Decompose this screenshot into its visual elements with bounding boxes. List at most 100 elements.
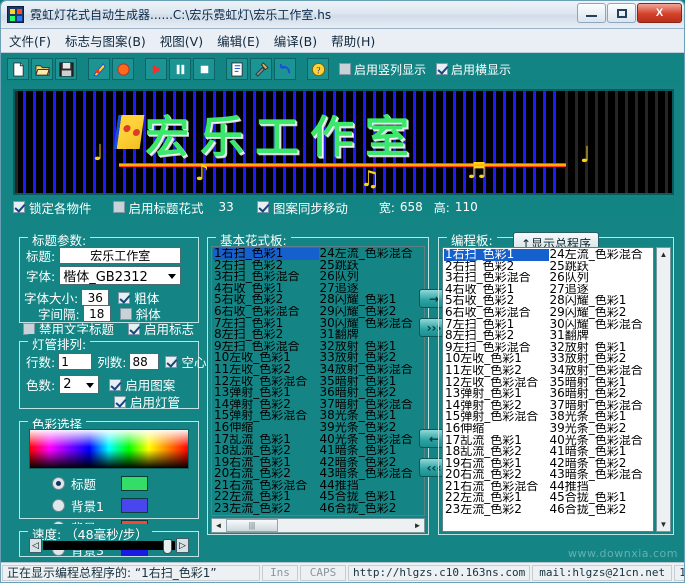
list-item[interactable]: 27追逐 — [549, 284, 654, 296]
list-item[interactable]: 10左收_色彩1 — [213, 352, 319, 364]
list-item[interactable]: 4右收_色彩1 — [444, 284, 549, 296]
title-input[interactable]: 宏乐工作室 — [59, 247, 181, 264]
list-item[interactable]: 32放射_色彩1 — [549, 342, 654, 354]
list-item[interactable]: 7左扫_色彩1 — [444, 319, 549, 331]
list-item[interactable]: 31翻牌 — [319, 329, 425, 341]
list-item[interactable]: 16伸缩 — [213, 422, 319, 434]
list-item[interactable]: 43暗条_色彩混合 — [319, 468, 425, 480]
list-item[interactable]: 14弹射_色彩2 — [444, 400, 549, 412]
list-item[interactable]: 30闪耀_色彩混合 — [319, 318, 425, 330]
color-swatch-title[interactable] — [121, 476, 148, 491]
list-item[interactable]: 22左流_色彩1 — [213, 491, 319, 503]
list-item[interactable]: 6右收_色彩混合 — [444, 307, 549, 319]
list-item[interactable]: 5右收_色彩2 — [213, 294, 319, 306]
list-item[interactable]: 42暗条_色彩2 — [319, 457, 425, 469]
cols-input[interactable]: 88 — [129, 353, 159, 370]
list-item[interactable]: 15弹射_色彩混合 — [213, 410, 319, 422]
list-item[interactable]: 1右扫_色彩1 — [213, 248, 319, 260]
list-item[interactable]: 22左流_色彩1 — [444, 492, 549, 504]
list-item[interactable]: 3右扫_色彩混合 — [213, 271, 319, 283]
list-item[interactable]: 6右收_色彩混合 — [213, 306, 319, 318]
list-item[interactable]: 45合拢_色彩1 — [549, 492, 654, 504]
status-mail[interactable]: mail:hlgzs@21cn.net — [532, 565, 672, 581]
list-item[interactable]: 23左流_色彩2 — [444, 504, 549, 516]
list-item[interactable]: 18乱流_色彩2 — [213, 445, 319, 457]
list-item[interactable]: 5右收_色彩2 — [444, 295, 549, 307]
list-item[interactable]: 41暗条_色彩1 — [319, 445, 425, 457]
speed-slider[interactable]: ◁ ▷ — [29, 537, 189, 554]
list-item[interactable]: 16伸缩 — [444, 423, 549, 435]
list-item[interactable]: 33放射_色彩2 — [319, 352, 425, 364]
list-item[interactable]: 9左扫_色彩混合 — [213, 341, 319, 353]
undo-button[interactable] — [274, 58, 296, 80]
speed-slider-track[interactable] — [43, 541, 175, 550]
list-item[interactable]: 20右流_色彩2 — [444, 469, 549, 481]
menu-item-view[interactable]: 视图(V) — [160, 31, 203, 50]
enable-tube-checkbox[interactable]: 启用灯管 — [114, 392, 180, 411]
list-item[interactable]: 35暗射_色彩1 — [549, 377, 654, 389]
basic-hscroll-thumb[interactable]: ||| — [226, 519, 278, 532]
list-item[interactable]: 39光条_色彩2 — [549, 423, 654, 435]
pause-button[interactable] — [169, 58, 191, 80]
list-item[interactable]: 40光条_色彩混合 — [319, 434, 425, 446]
properties-button[interactable] — [226, 58, 248, 80]
preview-canvas[interactable]: 宏乐工作室 ♩ ♪ ♫ ♬ ♩ — [13, 89, 674, 195]
list-item[interactable]: 23左流_色彩2 — [213, 503, 319, 515]
list-item[interactable]: 39光条_色彩2 — [319, 422, 425, 434]
list-item[interactable]: 2右扫_色彩2 — [444, 261, 549, 273]
open-file-button[interactable] — [31, 58, 53, 80]
list-item[interactable]: 29闪耀_色彩2 — [549, 307, 654, 319]
list-item[interactable]: 24左流_色彩混合 — [319, 248, 425, 260]
list-item[interactable]: 28闪耀_色彩1 — [549, 295, 654, 307]
title-style-checkbox[interactable]: 启用标题花式 — [113, 198, 204, 217]
list-item[interactable]: 14弹射_色彩2 — [213, 399, 319, 411]
list-item[interactable]: 26队列 — [549, 272, 654, 284]
list-item[interactable]: 28闪耀_色彩1 — [319, 294, 425, 306]
list-item[interactable]: 29闪耀_色彩2 — [319, 306, 425, 318]
rows-input[interactable]: 1 — [58, 353, 92, 370]
basic-pattern-hscrollbar[interactable]: ◄ ||| ► — [211, 518, 425, 533]
list-item[interactable]: 35暗射_色彩1 — [319, 376, 425, 388]
enable-horizontal-display-checkbox[interactable]: 启用横显示 — [436, 61, 511, 78]
hollow-checkbox[interactable]: 空心 — [165, 352, 206, 371]
list-item[interactable]: 40光条_色彩混合 — [549, 435, 654, 447]
color-option-bg1[interactable]: 背景1 — [52, 496, 148, 515]
program-list-vscrollbar[interactable]: ▲ ▼ — [656, 247, 671, 532]
list-item[interactable]: 24左流_色彩混合 — [549, 249, 654, 261]
menu-item-compile[interactable]: 编译(B) — [274, 31, 317, 50]
status-url[interactable]: http://hlgzs.c10.163ns.com — [348, 565, 530, 581]
list-item[interactable]: 33放射_色彩2 — [549, 353, 654, 365]
tools-button[interactable] — [250, 58, 272, 80]
list-item[interactable]: 13弹射_色彩1 — [444, 388, 549, 400]
list-item[interactable]: 43暗条_色彩混合 — [549, 469, 654, 481]
menu-item-edit[interactable]: 编辑(E) — [217, 31, 260, 50]
color-option-title[interactable]: 标题 — [52, 474, 148, 493]
program-vscroll-up-arrow[interactable]: ▲ — [657, 248, 670, 261]
list-item[interactable]: 19右流_色彩1 — [444, 458, 549, 470]
list-item[interactable]: 21右流_色彩混合 — [213, 480, 319, 492]
list-item[interactable]: 42暗条_色彩2 — [549, 458, 654, 470]
list-item[interactable]: 18乱流_色彩2 — [444, 446, 549, 458]
list-item[interactable]: 8左扫_色彩2 — [213, 329, 319, 341]
list-item[interactable]: 44推挡 — [549, 481, 654, 493]
list-item[interactable]: 37暗射_色彩混合 — [319, 399, 425, 411]
sync-move-checkbox[interactable]: 图案同步移动 — [257, 198, 348, 217]
basic-hscroll-right-arrow[interactable]: ► — [411, 519, 424, 532]
list-item[interactable]: 12左收_色彩混合 — [213, 376, 319, 388]
color-spectrum[interactable] — [29, 429, 189, 469]
minimize-button[interactable] — [577, 3, 606, 23]
menu-item-help[interactable]: 帮助(H) — [331, 31, 375, 50]
list-item[interactable]: 26队列 — [319, 271, 425, 283]
list-item[interactable]: 27追逐 — [319, 283, 425, 295]
list-item[interactable]: 21右流_色彩混合 — [444, 481, 549, 493]
list-item[interactable]: 38光条_色彩1 — [319, 410, 425, 422]
play-button[interactable] — [145, 58, 167, 80]
record-button[interactable] — [112, 58, 134, 80]
color-swatch-bg1[interactable] — [121, 498, 148, 513]
list-item[interactable]: 2右扫_色彩2 — [213, 260, 319, 272]
list-item[interactable]: 15弹射_色彩混合 — [444, 411, 549, 423]
program-list[interactable]: 1右扫_色彩12右扫_色彩23右扫_色彩混合4右收_色彩15右收_色彩26右收_… — [442, 247, 654, 532]
program-vscroll-down-arrow[interactable]: ▼ — [657, 518, 670, 531]
colors-select[interactable]: 2 — [59, 375, 99, 394]
list-item[interactable]: 41暗条_色彩1 — [549, 446, 654, 458]
